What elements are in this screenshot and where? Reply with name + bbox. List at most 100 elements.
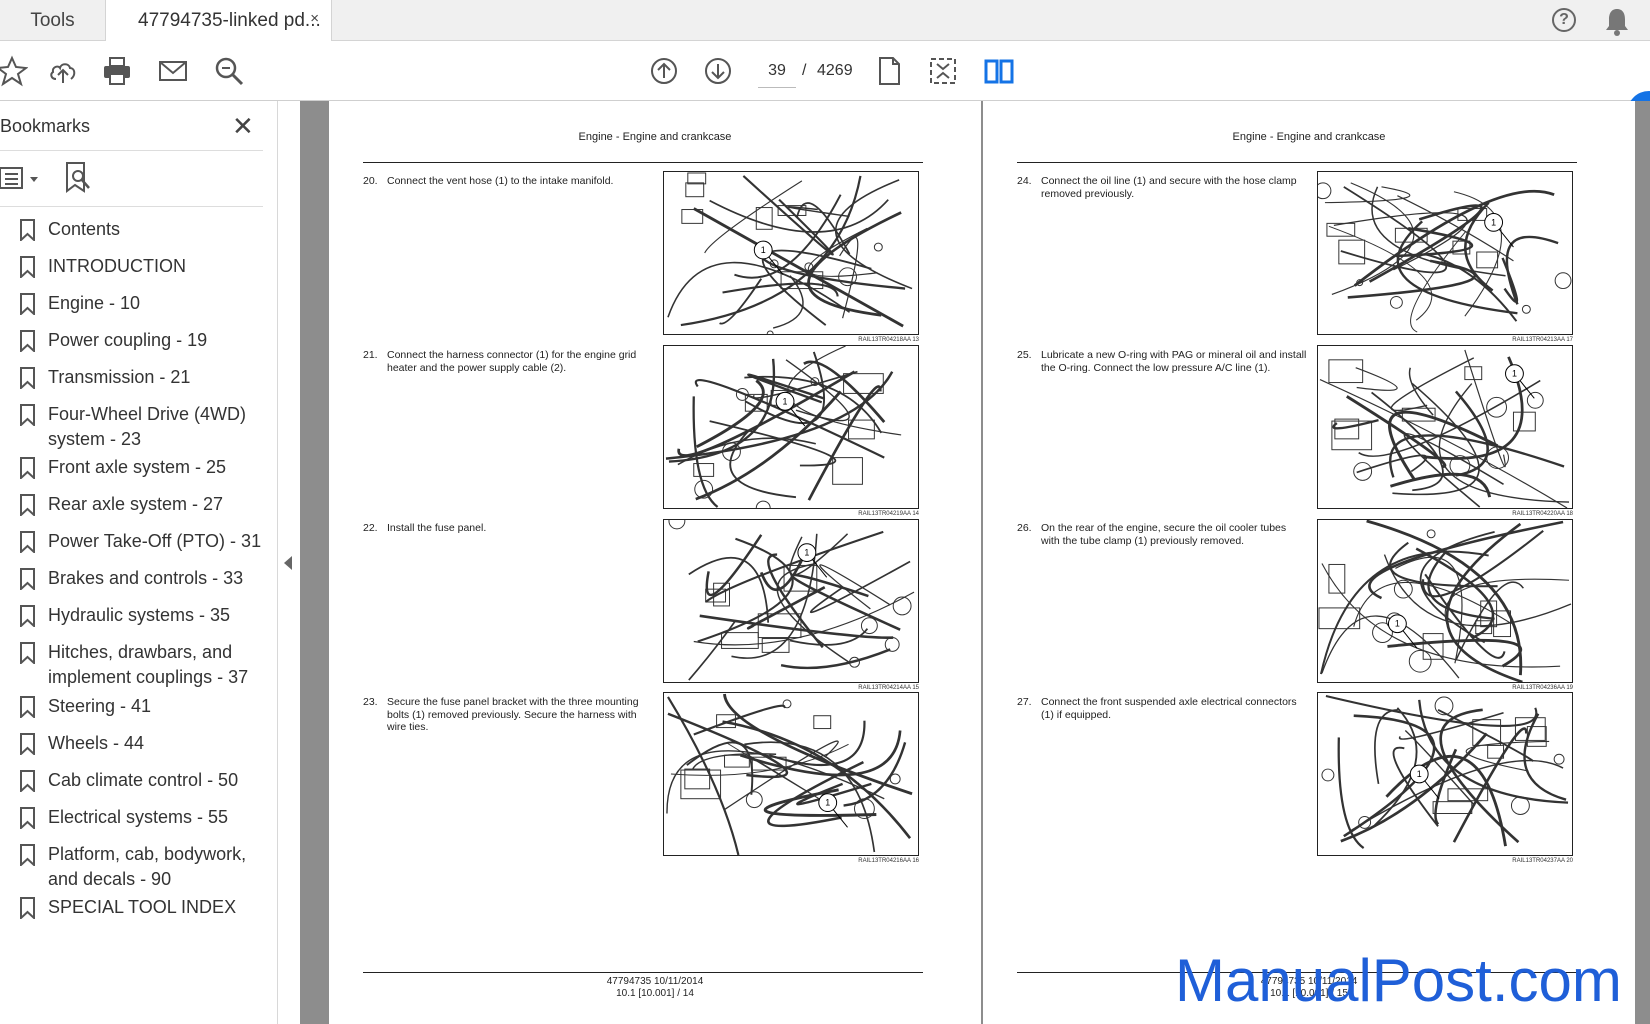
pdf-viewer-app: Tools 47794735-linked pd... × ? 39 / 426… — [0, 0, 1650, 1024]
step-number: 23. — [363, 696, 378, 708]
bookmark-item[interactable]: Platform, cab, bodywork, and decals - 90 — [0, 842, 265, 892]
tab-close-icon[interactable]: × — [310, 10, 319, 27]
engine-illustration: 1 — [1317, 692, 1573, 856]
engine-illustration: 1 — [663, 171, 919, 335]
bookmark-item[interactable]: Wheels - 44 — [0, 731, 265, 757]
instruction-step: 23. Secure the fuse panel bracket with th… — [363, 696, 653, 734]
bookmark-icon — [19, 696, 36, 720]
bookmark-options-icon[interactable] — [0, 165, 42, 193]
bookmark-item[interactable]: Front axle system - 25 — [0, 455, 265, 481]
step-text: Connect the oil line (1) and secure with… — [1041, 175, 1297, 200]
step-text: Secure the fuse panel bracket with the t… — [387, 696, 639, 733]
tab-tools[interactable]: Tools — [0, 0, 106, 41]
tab-document[interactable]: 47794735-linked pd... × — [106, 0, 332, 42]
engine-illustration: 1 — [663, 692, 919, 856]
bookmark-item[interactable]: SPECIAL TOOL INDEX — [0, 895, 265, 921]
bookmark-item[interactable]: Electrical systems - 55 — [0, 805, 265, 831]
header-rule — [363, 162, 923, 163]
instruction-step: 24. Connect the oil line (1) and secure w… — [1017, 175, 1307, 200]
engine-illustration: 1 — [1317, 171, 1573, 335]
upload-cloud-icon[interactable] — [45, 53, 81, 89]
bookmark-item[interactable]: Steering - 41 — [0, 694, 265, 720]
page-number-input[interactable]: 39 — [758, 54, 796, 88]
help-icon[interactable]: ? — [1552, 8, 1576, 32]
bookmark-icon — [19, 770, 36, 794]
bookmark-label: Rear axle system - 27 — [48, 494, 224, 514]
footer-doc-date: 47794735 10/11/2014 — [606, 976, 704, 987]
bookmark-label: Brakes and controls - 33 — [48, 568, 244, 588]
bookmark-item[interactable]: Contents — [0, 217, 265, 243]
footer-page-ref: 10.1 [10.001] / 14 — [616, 988, 694, 999]
step-text: Connect the harness connector (1) for th… — [387, 349, 637, 374]
collapse-panel-arrow-icon[interactable] — [284, 556, 292, 570]
figure-caption: RAIL13TR04236AA 19 — [1512, 685, 1573, 691]
single-page-view-icon[interactable] — [871, 53, 907, 89]
bookmark-label: Hitches, drawbars, and implement couplin… — [48, 642, 249, 687]
figure-caption: RAIL13TR04220AA 18 — [1512, 511, 1573, 517]
engine-illustration: 1 — [1317, 519, 1573, 683]
step-number: 24. — [1017, 175, 1032, 187]
tab-bar: Tools 47794735-linked pd... × ? — [0, 0, 1650, 42]
bookmark-star-icon[interactable] — [0, 53, 30, 89]
bookmark-icon — [19, 844, 36, 868]
bookmark-icon — [19, 642, 36, 666]
bookmark-item[interactable]: Cab climate control - 50 — [0, 768, 265, 794]
figure-caption: RAIL13TR04213AA 17 — [1512, 337, 1573, 343]
bookmark-item[interactable]: Hydraulic systems - 35 — [0, 603, 265, 629]
print-icon[interactable] — [99, 53, 135, 89]
email-icon[interactable] — [155, 53, 191, 89]
bookmark-item[interactable]: Transmission - 21 — [0, 365, 265, 391]
bookmark-item[interactable]: Hitches, drawbars, and implement couplin… — [0, 640, 265, 690]
bookmark-item[interactable]: Rear axle system - 27 — [0, 492, 265, 518]
document-view[interactable]: Engine - Engine and crankcase 20. Connect … — [300, 101, 1650, 1024]
instruction-step: 26. On the rear of the engine, secure the… — [1017, 522, 1307, 547]
search-icon[interactable] — [211, 53, 247, 89]
bookmark-label: INTRODUCTION — [48, 256, 186, 276]
bookmark-icon — [19, 605, 36, 629]
fit-page-icon[interactable] — [925, 53, 961, 89]
step-text: Lubricate a new O-ring with PAG or miner… — [1041, 349, 1307, 374]
next-page-icon[interactable] — [700, 53, 736, 89]
header-rule — [1017, 162, 1577, 163]
engine-illustration: 1 — [663, 519, 919, 683]
bookmark-item[interactable]: Power Take-Off (PTO) - 31 — [0, 529, 265, 555]
bookmarks-panel: Bookmarks ✕ Contents INTRODUCTION Engine -… — [0, 101, 278, 1024]
bookmark-item[interactable]: Power coupling - 19 — [0, 328, 265, 354]
two-page-view-icon[interactable] — [981, 53, 1017, 89]
svg-text:1: 1 — [1512, 369, 1517, 379]
engine-illustration: 1 — [1317, 345, 1573, 509]
page-header: Engine - Engine and crankcase — [1232, 131, 1386, 143]
bookmark-item[interactable]: Four-Wheel Drive (4WD) system - 23 — [0, 402, 265, 452]
step-number: 20. — [363, 175, 378, 187]
notification-bell-icon[interactable] — [1603, 6, 1631, 36]
page-separator: / — [802, 62, 807, 79]
find-bookmark-icon[interactable] — [64, 161, 92, 195]
bookmark-icon — [19, 367, 36, 391]
figure-caption: RAIL13TR04214AA 15 — [858, 685, 919, 691]
instruction-step: 22. Install the fuse panel. — [363, 522, 653, 535]
bookmark-icon — [19, 219, 36, 243]
close-panel-icon[interactable]: ✕ — [232, 111, 254, 142]
bookmark-item[interactable]: Brakes and controls - 33 — [0, 566, 265, 592]
pdf-page-right: Engine - Engine and crankcase 24. Connect … — [983, 101, 1635, 1024]
svg-text:1: 1 — [761, 245, 766, 255]
instruction-step: 20. Connect the vent hose (1) to the inta… — [363, 175, 653, 188]
page-header: Engine - Engine and crankcase — [578, 131, 732, 143]
page-footer: 47794735 10/11/2014 10.1 [10.001] / 14 — [329, 976, 981, 1000]
footer-rule — [363, 972, 923, 973]
watermark-text: ManualPost.com — [1175, 947, 1622, 1014]
instruction-step: 25. Lubricate a new O-ring with PAG or mi… — [1017, 349, 1307, 374]
bookmark-label: Steering - 41 — [48, 696, 152, 716]
bookmarks-title: Bookmarks — [0, 116, 91, 136]
figure-caption: RAIL13TR04218AA 13 — [858, 337, 919, 343]
bookmark-icon — [19, 256, 36, 280]
bookmark-label: Electrical systems - 55 — [48, 807, 229, 827]
step-number: 25. — [1017, 349, 1032, 361]
bookmark-item[interactable]: INTRODUCTION — [0, 254, 265, 280]
total-pages: 4269 — [817, 62, 853, 79]
bookmark-label: Platform, cab, bodywork, and decals - 90 — [48, 844, 247, 889]
previous-page-icon[interactable] — [646, 53, 682, 89]
bookmark-label: Power Take-Off (PTO) - 31 — [48, 531, 262, 551]
bookmark-item[interactable]: Engine - 10 — [0, 291, 265, 317]
bookmark-label: Four-Wheel Drive (4WD) system - 23 — [48, 404, 247, 449]
